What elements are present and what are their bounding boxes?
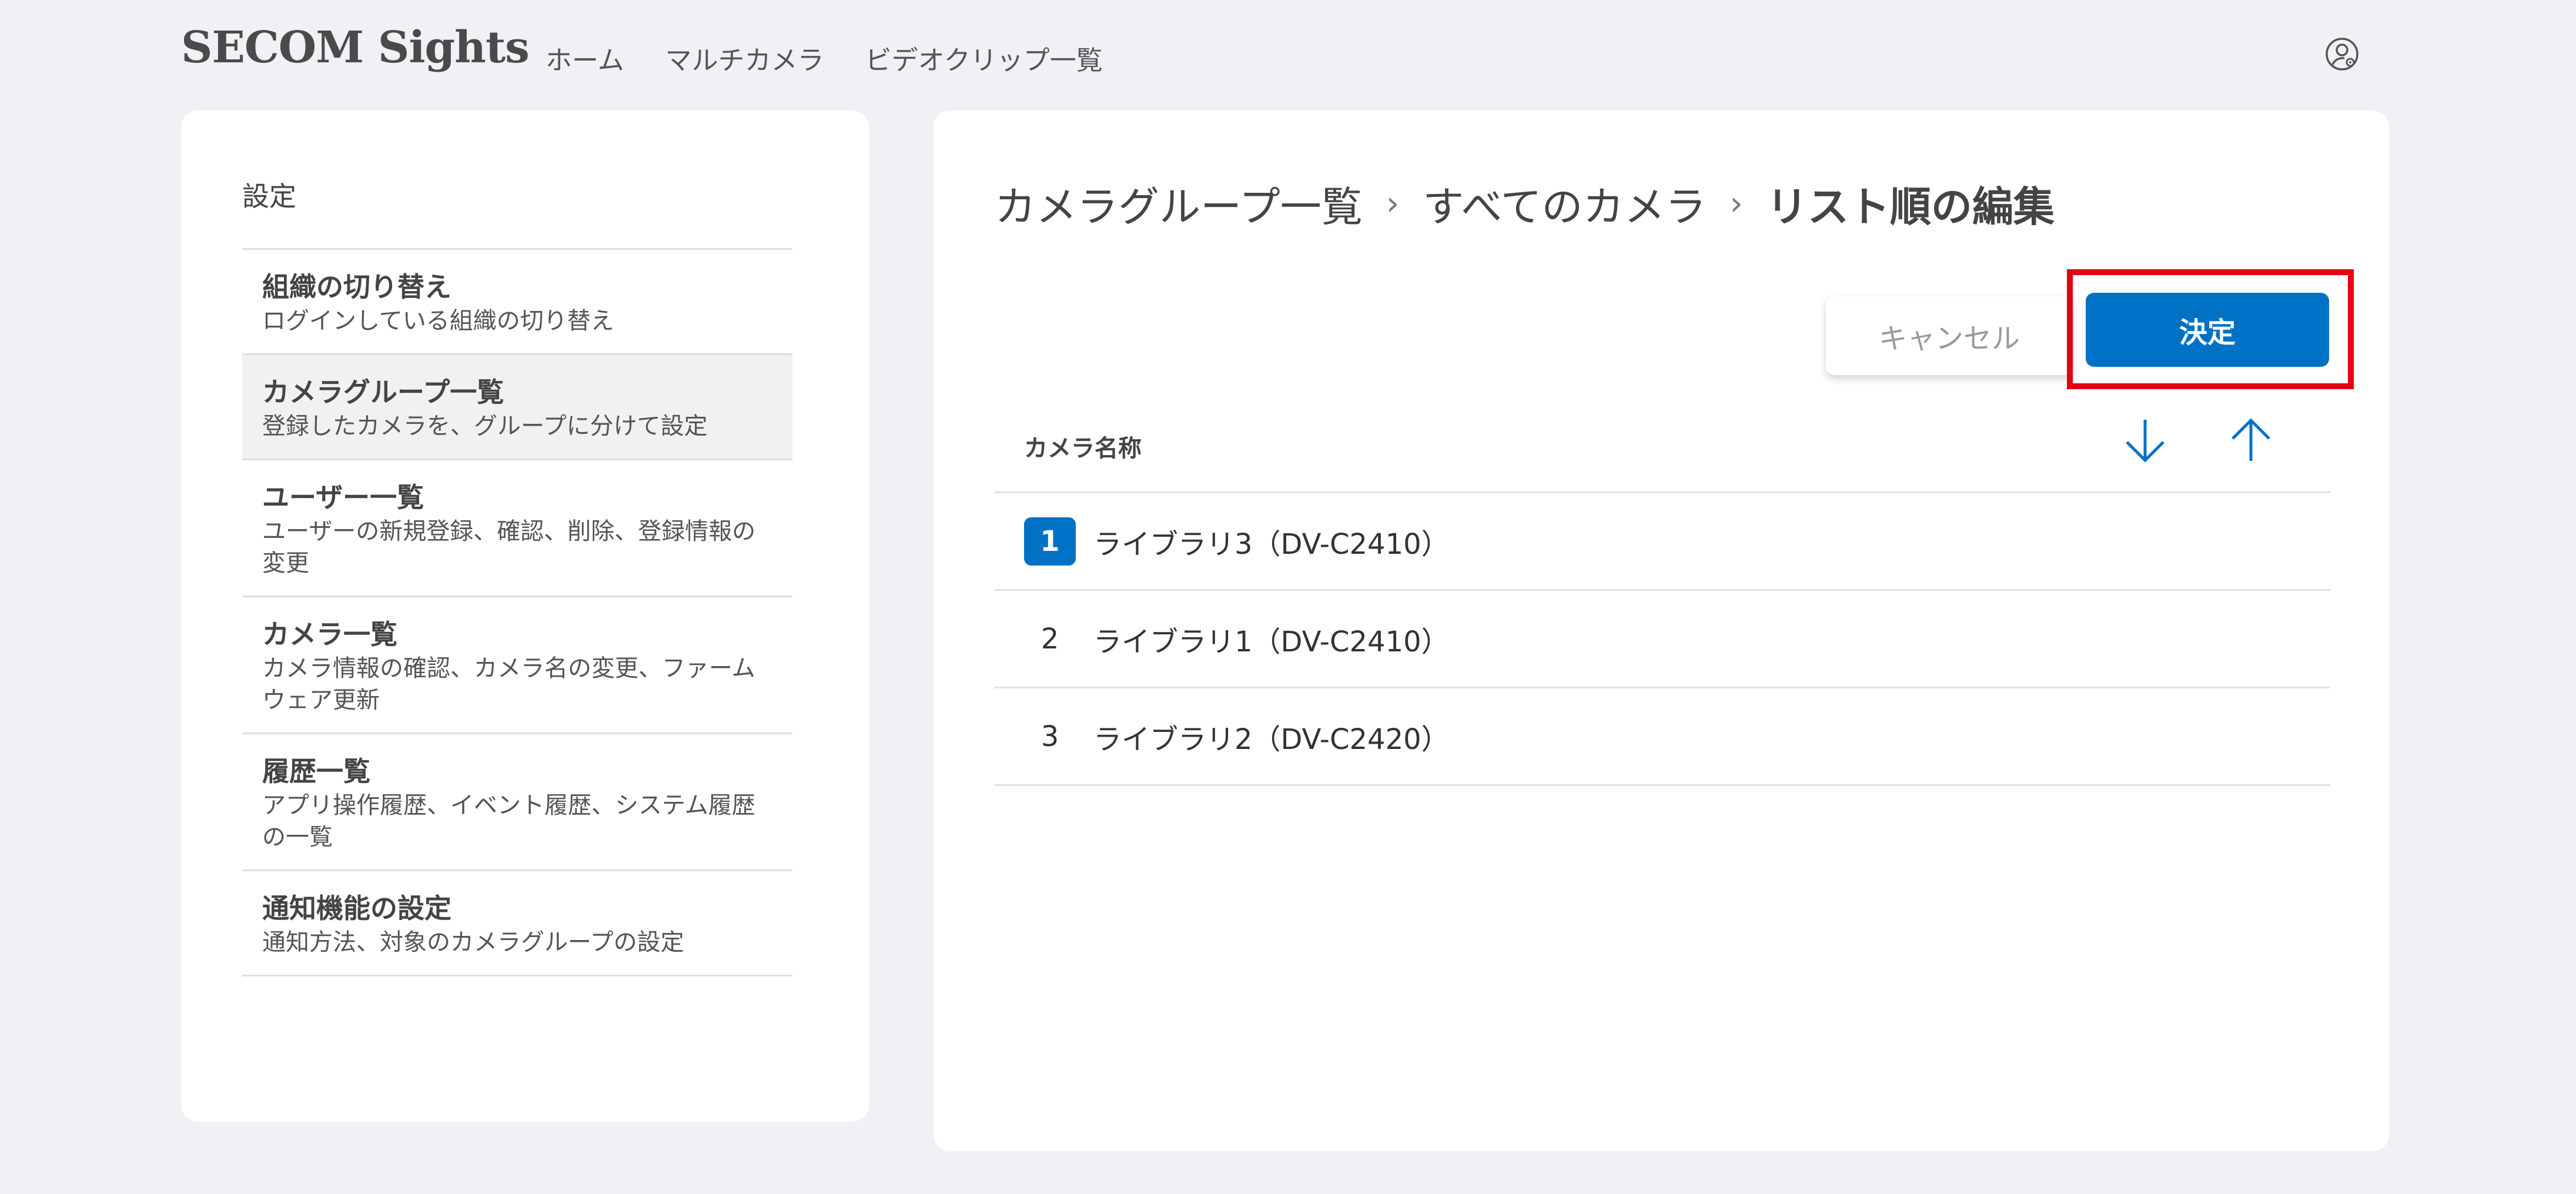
sidebar-item-description: ユーザーの新規登録、確認、削除、登録情報の変更: [262, 518, 756, 577]
arrow-down-icon[interactable]: [2119, 414, 2172, 467]
sidebar-item-description: アプリ操作履歴、イベント履歴、システム履歴の一覧: [262, 792, 755, 851]
main-nav: ホーム マルチカメラ ビデオクリップ一覧: [546, 39, 1103, 77]
camera-order-list: 1 ライブラリ3（DV-C2410） 2 ライブラリ1（DV-C2410） 3 …: [995, 491, 2330, 786]
sidebar-item-description: 登録したカメラを、グループに分けて設定: [262, 413, 708, 440]
sidebar-item-label: 組織の切り替え: [262, 271, 451, 303]
row-number: 1: [1024, 517, 1076, 566]
page-title: リスト順の編集: [1766, 183, 2055, 231]
nav-video-clips[interactable]: ビデオクリップ一覧: [865, 39, 1103, 77]
sidebar-item-label: ユーザー一覧: [262, 481, 424, 513]
confirm-button[interactable]: 決定: [2086, 293, 2329, 367]
breadcrumb-all-cameras[interactable]: すべてのカメラ: [1423, 174, 1706, 233]
sidebar-item-description: 通知方法、対象のカメラグループの設定: [262, 929, 684, 956]
sidebar-item-label: 通知機能の設定: [262, 892, 451, 924]
row-number: 3: [1041, 720, 1059, 753]
cancel-button[interactable]: キャンセル: [1826, 296, 2073, 375]
sidebar-item-switch-organization[interactable]: 組織の切り替え ログインしている組織の切り替え: [242, 250, 792, 355]
sidebar-item-description: カメラ情報の確認、カメラ名の変更、ファームウェア更新: [262, 655, 755, 714]
top-bar: SECOM Sights ホーム マルチカメラ ビデオクリップ一覧: [0, 0, 2576, 106]
sidebar-item-label: カメラグループ一覧: [262, 376, 504, 408]
main-panel: カメラグループ一覧 › すべてのカメラ › リスト順の編集 キャンセル 決定 カ…: [934, 111, 2389, 1151]
chevron-right-icon: ›: [1729, 185, 1743, 223]
settings-sidebar: 設定 組織の切り替え ログインしている組織の切り替え カメラグループ一覧 登録し…: [181, 111, 869, 1122]
user-settings-icon[interactable]: [2323, 35, 2361, 73]
sidebar-item-users[interactable]: ユーザー一覧 ユーザーの新規登録、確認、削除、登録情報の変更: [242, 460, 792, 597]
list-item[interactable]: 2 ライブラリ1（DV-C2410）: [995, 591, 2330, 688]
sidebar-item-label: 履歴一覧: [262, 755, 370, 787]
sidebar-item-description: ログインしている組織の切り替え: [262, 307, 614, 335]
logo[interactable]: SECOM Sights: [181, 22, 530, 73]
sidebar-item-history[interactable]: 履歴一覧 アプリ操作履歴、イベント履歴、システム履歴の一覧: [242, 734, 792, 871]
sidebar-item-cameras[interactable]: カメラ一覧 カメラ情報の確認、カメラ名の変更、ファームウェア更新: [242, 597, 792, 734]
nav-home[interactable]: ホーム: [546, 39, 624, 77]
camera-name: ライブラリ2（DV-C2420）: [1093, 723, 1450, 756]
camera-name: ライブラリ1（DV-C2410）: [1093, 625, 1450, 658]
breadcrumb-camera-groups[interactable]: カメラグループ一覧: [995, 174, 1363, 233]
row-number: 2: [1041, 622, 1059, 655]
list-item[interactable]: 1 ライブラリ3（DV-C2410）: [995, 493, 2330, 591]
sidebar-title: 設定: [242, 180, 296, 212]
nav-multi-camera[interactable]: マルチカメラ: [665, 39, 824, 77]
sidebar-item-camera-groups[interactable]: カメラグループ一覧 登録したカメラを、グループに分けて設定: [242, 355, 792, 460]
sidebar-item-notifications[interactable]: 通知機能の設定 通知方法、対象のカメラグループの設定: [242, 871, 792, 976]
breadcrumb: カメラグループ一覧 › すべてのカメラ › リスト順の編集: [995, 174, 2055, 233]
arrow-up-icon[interactable]: [2224, 414, 2277, 467]
chevron-right-icon: ›: [1386, 185, 1400, 223]
camera-name-column-header: カメラ名称: [1024, 435, 1142, 462]
camera-name: ライブラリ3（DV-C2410）: [1093, 527, 1450, 561]
settings-menu: 組織の切り替え ログインしている組織の切り替え カメラグループ一覧 登録したカメ…: [242, 248, 792, 976]
list-item[interactable]: 3 ライブラリ2（DV-C2420）: [995, 688, 2330, 786]
sidebar-item-label: カメラ一覧: [262, 618, 397, 650]
